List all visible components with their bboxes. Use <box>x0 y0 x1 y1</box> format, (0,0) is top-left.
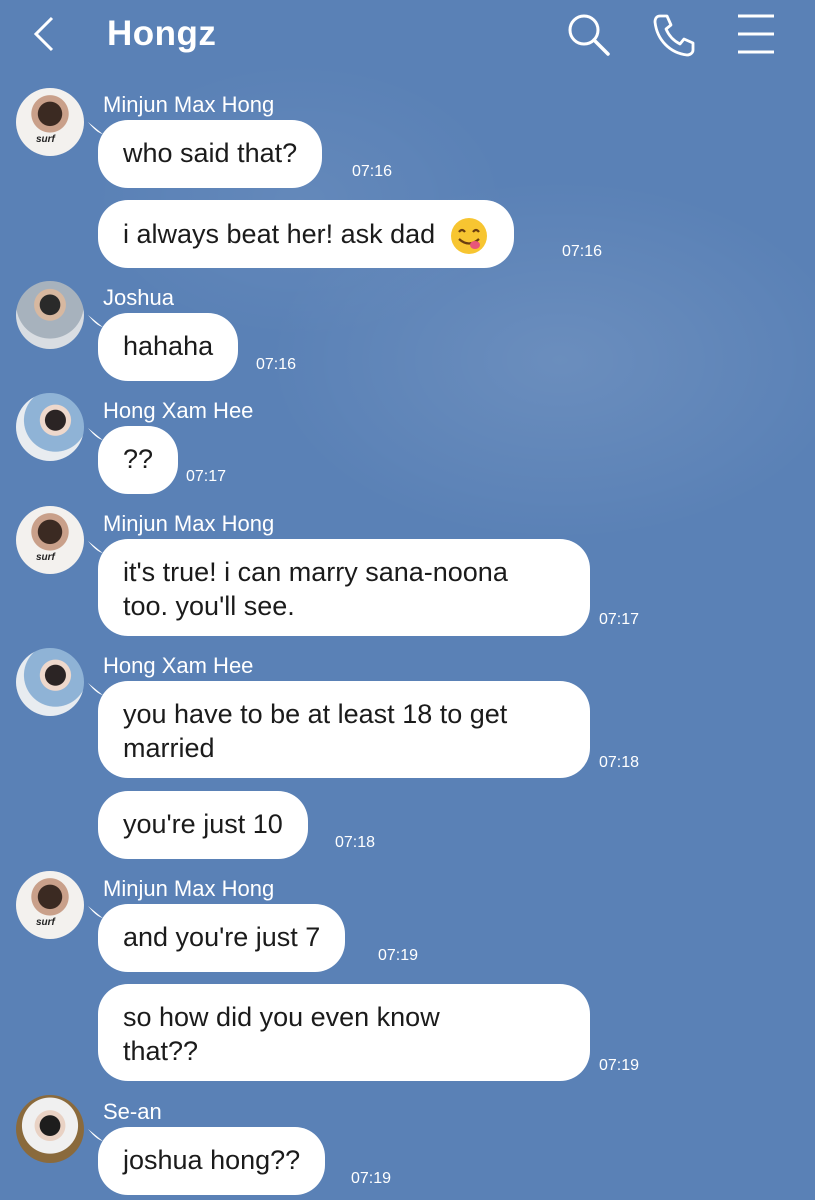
message-bubble[interactable]: joshua hong?? <box>98 1127 326 1195</box>
message-time: 07:16 <box>352 163 393 180</box>
message-time: 07:16 <box>562 243 603 260</box>
message-bubble[interactable]: and you're just 7 <box>98 904 346 972</box>
message-bubble[interactable]: it's true! i can marry sana-noona too. y… <box>98 539 590 636</box>
sender-name: Minjun Max Hong <box>103 92 275 117</box>
message-bubble[interactable]: who said that? <box>98 120 323 188</box>
message-time: 07:17 <box>186 468 227 485</box>
message-time: 07:17 <box>599 611 640 628</box>
call-button[interactable] <box>650 10 698 58</box>
message-text: you're just 10 <box>123 809 283 839</box>
message-time: 07:16 <box>256 356 297 373</box>
message-text: who said that? <box>123 138 298 168</box>
menu-icon <box>738 14 774 54</box>
phone-icon <box>653 14 695 57</box>
message-bubble[interactable]: so how did you even know that?? <box>98 984 590 1081</box>
message-bubble[interactable]: hahaha <box>98 313 239 381</box>
message-text-line: so how did you even know <box>123 1002 440 1032</box>
message-bubble[interactable]: ?? <box>98 426 179 494</box>
avatar-hong-xam-hee[interactable] <box>16 648 84 716</box>
sender-name: Minjun Max Hong <box>103 876 275 901</box>
chat-header: Hongz <box>0 0 815 76</box>
message-text-line: married <box>123 733 215 763</box>
message-text-line: it's true! i can marry sana-noona <box>123 557 508 587</box>
message-text-line: that?? <box>123 1036 199 1066</box>
message-time: 07:18 <box>599 754 640 771</box>
message-bubble[interactable]: you're just 10 <box>98 791 308 859</box>
message-bubble[interactable]: you have to be at least 18 to get marrie… <box>98 681 590 778</box>
search-button[interactable] <box>564 10 612 58</box>
message-text-line: you have to be at least 18 to get <box>123 699 508 729</box>
yum-face-emoji <box>450 218 487 254</box>
menu-button[interactable] <box>734 10 782 58</box>
message-time: 07:19 <box>351 1170 392 1187</box>
message-text: hahaha <box>123 331 214 361</box>
sender-name: Se-an <box>103 1099 162 1124</box>
message-text: i always beat her! ask dad <box>123 219 436 250</box>
search-icon <box>568 14 610 56</box>
sender-name: Minjun Max Hong <box>103 511 275 536</box>
message-time: 07:19 <box>599 1057 640 1074</box>
avatar-shirt-text: surf <box>36 134 55 145</box>
avatar-shirt-text: surf <box>36 552 55 563</box>
chat-title: Hongz <box>107 14 217 53</box>
avatar-minjun[interactable]: surf <box>16 88 84 156</box>
back-chevron-icon <box>33 16 54 52</box>
message-text: joshua hong?? <box>123 1145 301 1175</box>
avatar-hong-xam-hee[interactable] <box>16 393 84 461</box>
back-button[interactable] <box>30 14 60 54</box>
avatar-joshua[interactable] <box>16 281 84 349</box>
message-text-line: too. you'll see. <box>123 591 295 621</box>
sender-name: Joshua <box>103 285 174 310</box>
avatar-shirt-text: surf <box>36 917 55 928</box>
message-bubble[interactable]: i always beat her! ask dad <box>98 200 514 268</box>
sender-name: Hong Xam Hee <box>103 398 254 423</box>
message-text: ?? <box>123 444 154 474</box>
sender-name: Hong Xam Hee <box>103 653 254 678</box>
avatar-se-an[interactable] <box>16 1095 84 1163</box>
message-time: 07:18 <box>335 834 376 851</box>
avatar-minjun[interactable]: surf <box>16 871 84 939</box>
avatar-minjun[interactable]: surf <box>16 506 84 574</box>
message-time: 07:19 <box>378 947 419 964</box>
message-text: and you're just 7 <box>123 922 321 952</box>
